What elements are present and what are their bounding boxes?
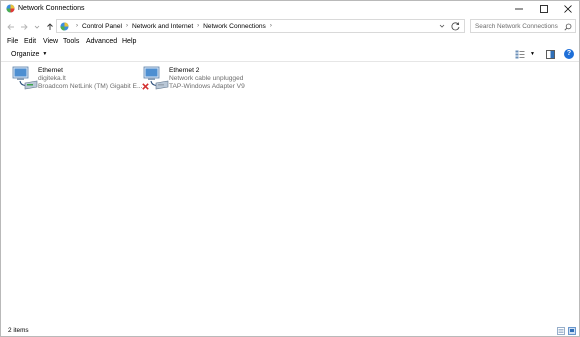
connection-details: Ethernet digiteka.lt Broadcom NetLink (T… bbox=[38, 67, 142, 92]
refresh-icon[interactable] bbox=[450, 21, 461, 32]
back-button[interactable] bbox=[5, 21, 16, 32]
status-bar: 2 items bbox=[1, 325, 579, 337]
chevron-down-icon[interactable] bbox=[438, 22, 446, 30]
minimize-button[interactable] bbox=[508, 1, 530, 16]
connection-item[interactable]: Ethernet 2 Network cable unplugged TAP-W… bbox=[142, 65, 272, 95]
breadcrumb: › Control Panel › Network and Internet ›… bbox=[72, 20, 276, 32]
explorer-window: Network Connections › Control Panel › Ne… bbox=[0, 0, 580, 337]
search-input[interactable]: Search Network Connections bbox=[470, 19, 576, 33]
details-view-icon[interactable] bbox=[557, 327, 565, 335]
menu-help[interactable]: Help bbox=[122, 37, 136, 46]
maximize-button[interactable] bbox=[533, 1, 555, 16]
menu-view[interactable]: View bbox=[43, 37, 58, 46]
connection-adapter: TAP-Windows Adapter V9 bbox=[169, 83, 245, 91]
breadcrumb-separator-icon[interactable]: › bbox=[126, 23, 128, 29]
search-icon bbox=[564, 23, 572, 31]
connection-status: Network cable unplugged bbox=[169, 75, 244, 83]
organize-button[interactable]: Organize ▼ bbox=[11, 50, 47, 59]
network-connections-icon bbox=[6, 4, 15, 13]
large-icons-view-icon[interactable] bbox=[568, 327, 576, 335]
breadcrumb-separator-icon[interactable]: › bbox=[197, 23, 199, 29]
address-bar[interactable]: › Control Panel › Network and Internet ›… bbox=[56, 19, 465, 33]
connection-adapter: Broadcom NetLink (TM) Gigabit E... bbox=[38, 83, 143, 91]
forward-button[interactable] bbox=[18, 21, 29, 32]
menu-advanced[interactable]: Advanced bbox=[86, 37, 117, 46]
chevron-down-icon bbox=[34, 25, 39, 29]
arrow-up-icon bbox=[46, 22, 53, 30]
view-options-chevron-icon[interactable]: ▼ bbox=[530, 50, 535, 59]
breadcrumb-separator-icon[interactable]: › bbox=[270, 23, 272, 29]
breadcrumb-separator-icon: › bbox=[76, 23, 78, 29]
arrow-right-icon bbox=[20, 23, 28, 30]
window-title: Network Connections bbox=[18, 5, 85, 12]
connection-details: Ethernet 2 Network cable unplugged TAP-W… bbox=[169, 67, 245, 92]
connection-status: digiteka.lt bbox=[38, 75, 66, 83]
network-adapter-icon bbox=[12, 66, 38, 90]
help-icon[interactable]: ? bbox=[564, 49, 574, 59]
navigation-bar: › Control Panel › Network and Internet ›… bbox=[1, 18, 579, 35]
menu-file[interactable]: File bbox=[7, 37, 18, 46]
breadcrumb-item[interactable]: Network and Internet bbox=[132, 23, 193, 30]
close-icon bbox=[564, 4, 572, 13]
control-panel-icon bbox=[60, 22, 69, 31]
recent-locations-button[interactable] bbox=[31, 21, 42, 32]
menu-bar: File Edit View Tools Advanced Help bbox=[1, 36, 579, 47]
command-bar: Organize ▼ ▼ ? bbox=[1, 47, 579, 62]
up-button[interactable] bbox=[44, 21, 55, 32]
maximize-icon bbox=[540, 4, 548, 13]
connection-item[interactable]: Ethernet digiteka.lt Broadcom NetLink (T… bbox=[11, 65, 142, 95]
menu-edit[interactable]: Edit bbox=[24, 37, 36, 46]
minimize-icon bbox=[515, 8, 523, 9]
preview-pane-icon[interactable] bbox=[546, 50, 555, 59]
search-placeholder: Search Network Connections bbox=[475, 23, 558, 30]
connection-name: Ethernet 2 bbox=[169, 67, 200, 74]
close-button[interactable] bbox=[557, 1, 579, 16]
error-x-icon bbox=[142, 83, 149, 90]
breadcrumb-item[interactable]: Network Connections bbox=[203, 23, 266, 30]
arrow-left-icon bbox=[6, 23, 14, 30]
title-bar[interactable]: Network Connections bbox=[1, 1, 579, 16]
organize-label: Organize bbox=[11, 51, 40, 58]
item-count: 2 items bbox=[8, 327, 29, 334]
chevron-down-icon: ▼ bbox=[42, 51, 48, 57]
connection-name: Ethernet bbox=[38, 67, 63, 74]
menu-tools[interactable]: Tools bbox=[63, 37, 79, 46]
change-view-icon[interactable] bbox=[515, 50, 525, 59]
breadcrumb-item[interactable]: Control Panel bbox=[82, 23, 122, 30]
